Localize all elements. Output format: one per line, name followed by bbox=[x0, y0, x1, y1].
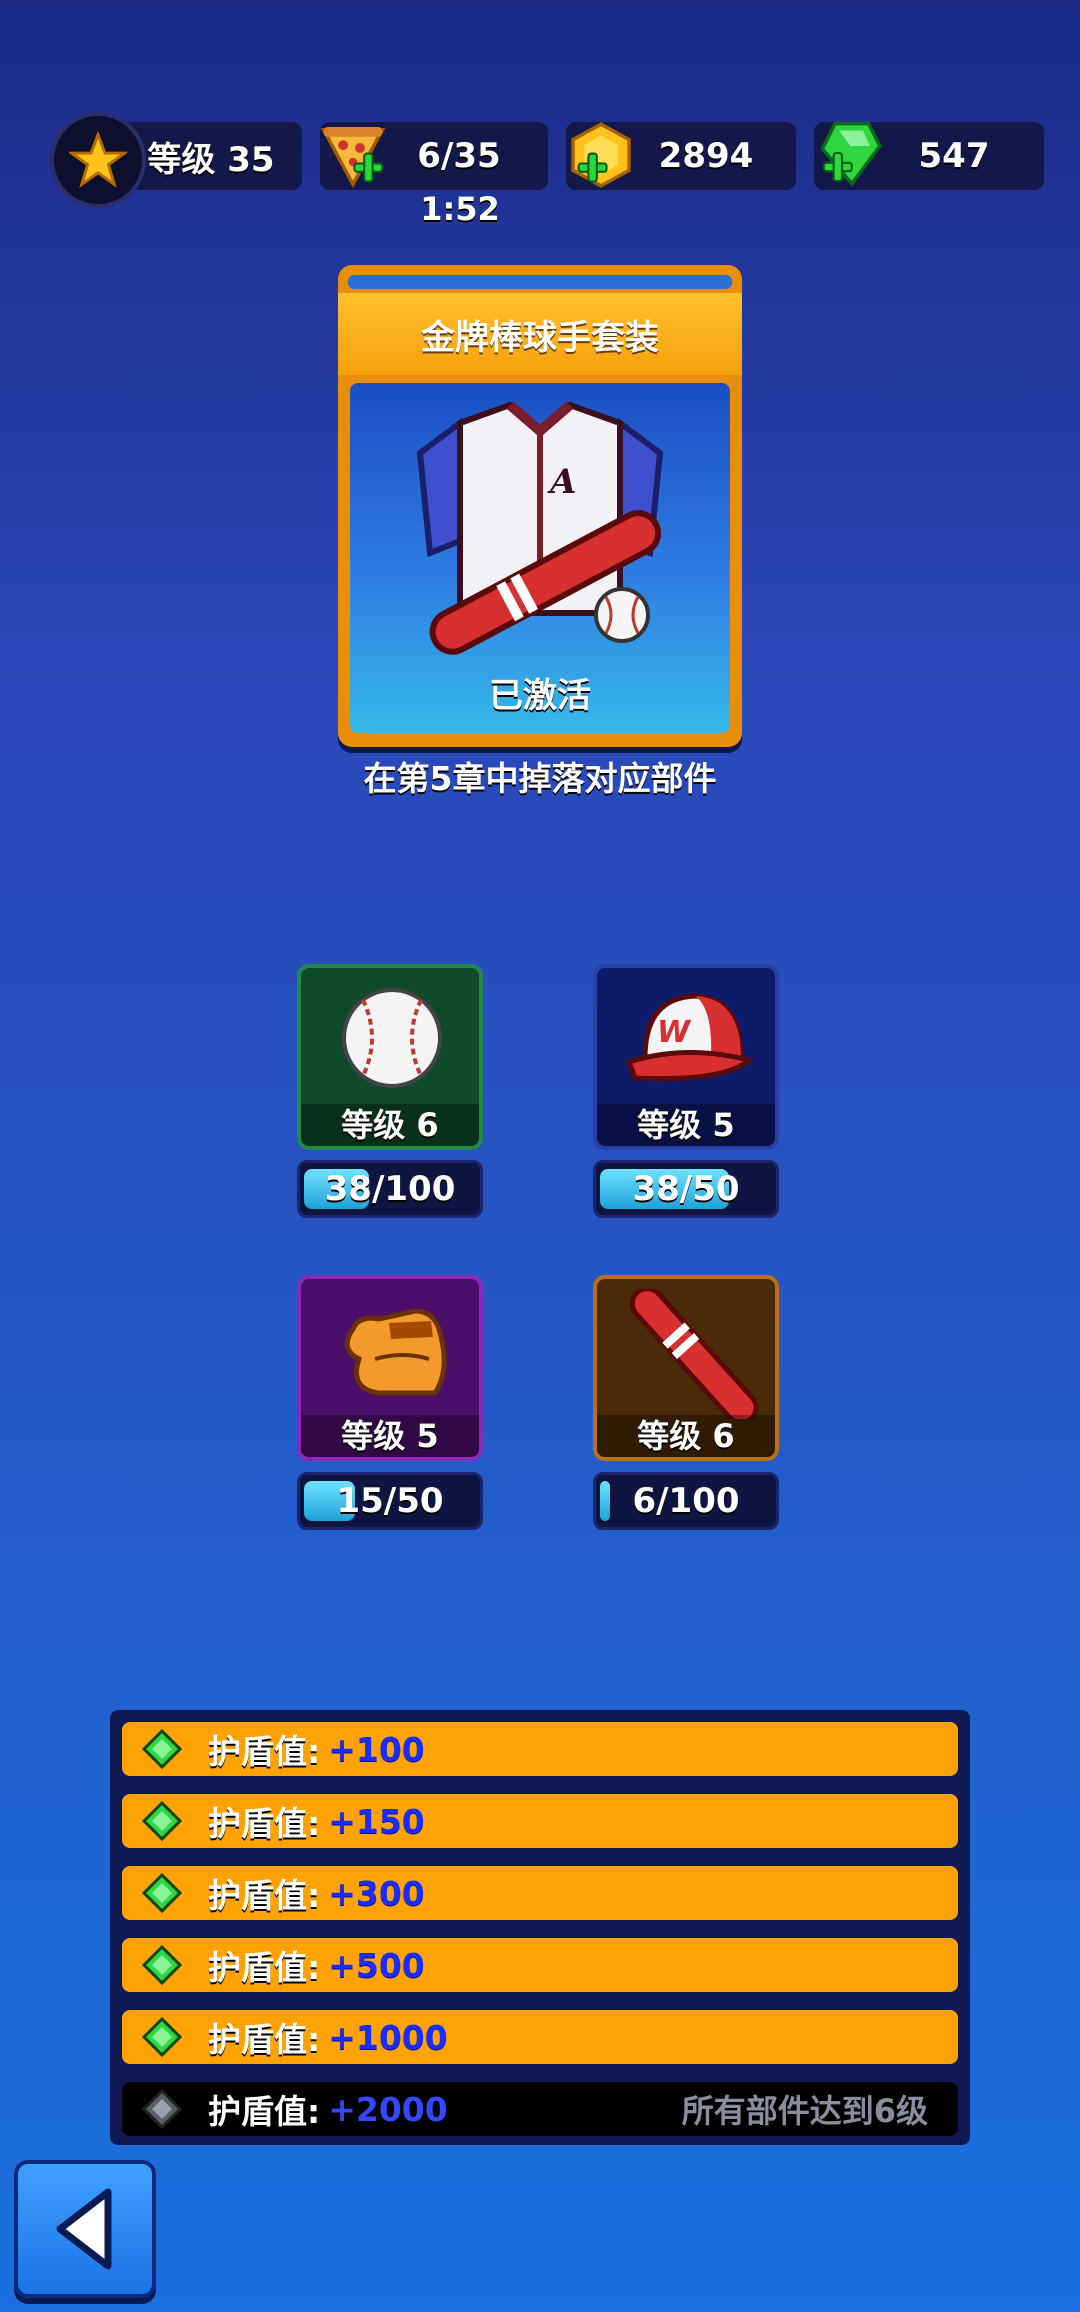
bonus-label: 护盾值: bbox=[208, 2020, 321, 2059]
baseball-cap-icon: W bbox=[625, 993, 755, 1082]
coin-icon[interactable] bbox=[566, 120, 636, 190]
grey-gem-icon bbox=[142, 2089, 182, 2129]
bonus-value: +300 bbox=[328, 1873, 425, 1913]
bonus-row: 护盾值: +100 bbox=[122, 1722, 958, 1776]
glove-icon bbox=[344, 1308, 447, 1396]
part-level: 等级 6 bbox=[597, 1415, 775, 1457]
energy-value: 6/35 bbox=[417, 136, 501, 176]
progress-text: 6/100 bbox=[632, 1481, 740, 1521]
jersey-icon: A bbox=[416, 401, 664, 655]
coins-value: 2894 bbox=[658, 136, 754, 176]
part-tile-baseball[interactable]: 等级 6 bbox=[297, 964, 483, 1150]
bonus-row: 护盾值: +150 bbox=[122, 1794, 958, 1848]
progress-text: 38/50 bbox=[632, 1169, 740, 1209]
card-top-strip bbox=[348, 275, 732, 289]
back-button[interactable] bbox=[14, 2160, 156, 2298]
pizza-icon[interactable] bbox=[318, 120, 388, 190]
bonus-label: 护盾值: bbox=[208, 1876, 321, 1915]
bonus-row-locked: 护盾值: +2000 所有部件达到6级 bbox=[122, 2082, 958, 2136]
bonus-label: 护盾值: bbox=[208, 1948, 321, 1987]
green-gem-icon bbox=[142, 1945, 182, 1985]
bonus-value: +2000 bbox=[328, 2089, 448, 2129]
gems-value: 547 bbox=[918, 136, 990, 176]
set-card[interactable]: 金牌棒球手套装 A 已激活 bbox=[338, 265, 742, 747]
bat-icon bbox=[629, 1289, 759, 1419]
set-bonus-list: 护盾值: +100 护盾值: +150 护盾值: +300 护盾值: +500 … bbox=[110, 1710, 970, 2145]
bonus-label: 护盾值: bbox=[208, 1732, 321, 1771]
bonus-row: 护盾值: +300 bbox=[122, 1866, 958, 1920]
green-gem-icon bbox=[142, 1873, 182, 1913]
bonus-value: +150 bbox=[328, 1801, 425, 1841]
bonus-row: 护盾值: +500 bbox=[122, 1938, 958, 1992]
drop-hint: 在第5章中掉落对应部件 bbox=[363, 759, 717, 798]
level-badge[interactable] bbox=[50, 112, 146, 208]
bonus-value: +500 bbox=[328, 1945, 425, 1985]
part-progress-cap: 38/50 bbox=[593, 1160, 779, 1218]
bonus-requirement: 所有部件达到6级 bbox=[681, 2092, 928, 2130]
svg-text:W: W bbox=[657, 1015, 692, 1050]
set-artwork: A 已激活 bbox=[350, 383, 730, 733]
progress-text: 15/50 bbox=[336, 1481, 444, 1521]
bonus-label: 护盾值: bbox=[208, 1804, 321, 1843]
progress-text: 38/100 bbox=[324, 1169, 456, 1209]
back-arrow-icon bbox=[56, 2188, 112, 2270]
green-gem-icon bbox=[142, 1801, 182, 1841]
part-tile-bat[interactable]: 等级 6 bbox=[593, 1275, 779, 1461]
part-progress-glove: 15/50 bbox=[297, 1472, 483, 1530]
part-level: 等级 5 bbox=[597, 1104, 775, 1146]
green-gem-icon bbox=[142, 2017, 182, 2057]
bonus-value: +100 bbox=[328, 1729, 425, 1769]
green-gem-icon[interactable] bbox=[814, 118, 884, 188]
level-label: 等级 35 bbox=[147, 139, 275, 180]
star-icon bbox=[69, 131, 127, 188]
bonus-label: 护盾值: bbox=[208, 2092, 321, 2131]
part-progress-baseball: 38/100 bbox=[297, 1160, 483, 1218]
part-level: 等级 6 bbox=[301, 1104, 479, 1146]
part-progress-bat: 6/100 bbox=[593, 1472, 779, 1530]
set-status: 已激活 bbox=[489, 676, 591, 716]
green-gem-icon bbox=[142, 1729, 182, 1769]
energy-timer: 1:52 bbox=[420, 190, 500, 228]
part-tile-cap[interactable]: W 等级 5 bbox=[593, 964, 779, 1150]
svg-text:A: A bbox=[547, 462, 576, 502]
part-tile-glove[interactable]: 等级 5 bbox=[297, 1275, 483, 1461]
baseball-icon bbox=[342, 988, 442, 1088]
bonus-row: 护盾值: +1000 bbox=[122, 2010, 958, 2064]
part-level: 等级 5 bbox=[301, 1415, 479, 1457]
bonus-value: +1000 bbox=[328, 2017, 448, 2057]
set-title: 金牌棒球手套装 bbox=[338, 293, 742, 375]
